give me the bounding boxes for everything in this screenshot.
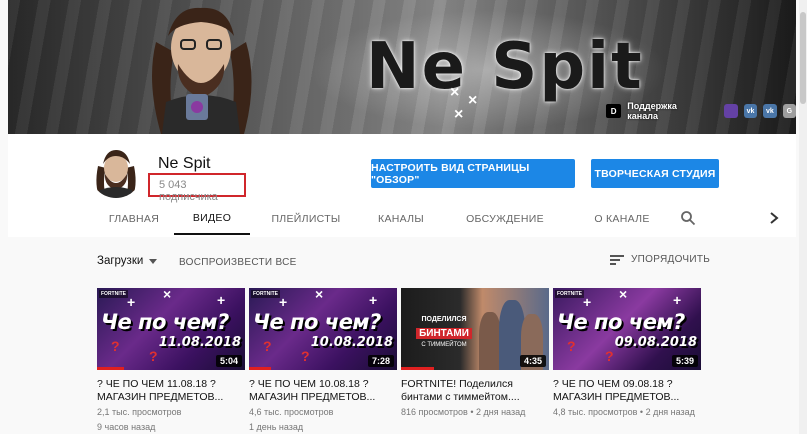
banner-links: D Поддержка канала vk vk G	[606, 101, 796, 121]
page-scrollbar[interactable]	[799, 0, 807, 434]
video-duration: 7:28	[367, 355, 394, 367]
cross-decoration: ×	[619, 288, 628, 302]
banner-character-art	[152, 7, 252, 134]
video-views: 4,8 тыс. просмотров	[553, 407, 638, 417]
tab-channels[interactable]: КАНАЛЫ	[370, 203, 432, 235]
watch-progress-bar	[97, 367, 124, 370]
video-views: 2,1 тыс. просмотров	[97, 407, 182, 417]
tab-discussion[interactable]: ОБСУЖДЕНИЕ	[463, 203, 547, 235]
vk-icon[interactable]: vk	[743, 104, 758, 118]
sort-by-button[interactable]: УПОРЯДОЧИТЬ	[610, 254, 710, 265]
channel-avatar[interactable]	[90, 146, 142, 198]
video-title[interactable]: ? ЧЕ ПО ЧЕМ 10.08.18 ? МАГАЗИН ПРЕДМЕТОВ…	[249, 378, 397, 404]
play-all-button[interactable]: ВОСПРОИЗВЕСТИ ВСЕ	[179, 257, 297, 268]
video-thumbnail[interactable]: FORTNITE + × + ? ? Че по чем? 11.08.2018…	[97, 288, 245, 370]
tab-videos[interactable]: ВИДЕО	[174, 203, 250, 235]
creator-studio-button[interactable]: ТВОРЧЕСКАЯ СТУДИЯ	[591, 159, 719, 188]
question-mark-decoration: ?	[567, 338, 576, 354]
cross-decoration: ×	[315, 288, 324, 302]
cross-decoration: +	[583, 294, 592, 310]
thumbnail-tag: FORTNITE	[251, 290, 280, 298]
tab-home[interactable]: ГЛАВНАЯ	[98, 203, 170, 235]
channel-banner: Ne Spit × × × D Поддержка канала vk vk G	[8, 0, 796, 134]
thumbnail-date: 11.08.2018	[158, 335, 241, 350]
thumbnail-caption: ПОДЕЛИЛСЯ БИНТАМИ С ТИММЕЙТОМ	[411, 316, 477, 348]
uploads-label: Загрузки	[97, 255, 144, 267]
video-duration: 5:39	[671, 355, 698, 367]
thumbnail-caption-line: С ТИММЕЙТОМ	[421, 342, 467, 348]
character-figure	[479, 312, 501, 370]
channel-tabs: ГЛАВНАЯ ВИДЕО ПЛЕЙЛИСТЫ КАНАЛЫ ОБСУЖДЕНИ…	[8, 203, 796, 237]
video-card[interactable]: FORTNITE + × + ? ? Че по чем? 10.08.2018…	[249, 288, 397, 434]
customize-overview-button[interactable]: НАСТРОИТЬ ВИД СТРАНИЦЫ "ОБЗОР"	[371, 159, 575, 188]
chevron-right-icon[interactable]	[768, 211, 780, 225]
watch-progress-bar	[401, 367, 434, 370]
video-thumbnail[interactable]: FORTNITE + × + ? ? Че по чем? 10.08.2018…	[249, 288, 397, 370]
thumbnail-tag: FORTNITE	[99, 290, 128, 298]
uploads-dropdown[interactable]: Загрузки	[97, 255, 158, 267]
video-title[interactable]: FORTNITE! Поделился бинтами с тиммейтом.…	[401, 378, 549, 404]
banner-link-support[interactable]: Поддержка канала	[627, 101, 706, 121]
thumbnail-tag: FORTNITE	[555, 290, 584, 298]
search-icon[interactable]	[680, 210, 696, 226]
thumbnail-caption-line: ПОДЕЛИЛСЯ	[421, 316, 467, 323]
thumbnail-caption-highlight: БИНТАМИ	[416, 328, 472, 339]
sort-icon	[610, 254, 624, 265]
google-icon[interactable]: G	[782, 104, 796, 118]
subscriber-count: 5 043 подписчика	[148, 173, 246, 203]
tab-about[interactable]: О КАНАЛЕ	[578, 203, 666, 235]
question-mark-decoration: ?	[111, 338, 120, 354]
video-views: 4,6 тыс. просмотров	[249, 407, 334, 417]
watch-progress-bar	[249, 367, 272, 370]
video-age: 2 дня назад	[475, 407, 526, 417]
channel-name[interactable]: Ne Spit	[158, 155, 210, 173]
cross-decoration: +	[673, 292, 682, 308]
video-card[interactable]: FORTNITE + × + ? ? Че по чем? 09.08.2018…	[553, 288, 701, 419]
video-age: 9 часов назад	[97, 422, 156, 432]
banner-title: Ne Spit	[366, 30, 644, 104]
video-title[interactable]: ? ЧЕ ПО ЧЕМ 11.08.18 ? МАГАЗИН ПРЕДМЕТОВ…	[97, 378, 245, 404]
video-card[interactable]: ПОДЕЛИЛСЯ БИНТАМИ С ТИММЕЙТОМ 4:35 FORTN…	[401, 288, 549, 419]
banner-crosses-decoration: × × ×	[450, 84, 478, 123]
cross-decoration: +	[369, 292, 378, 308]
cross-decoration: +	[217, 292, 226, 308]
video-age: 2 дня назад	[645, 407, 695, 417]
sort-label: УПОРЯДОЧИТЬ	[631, 254, 711, 265]
video-thumbnail[interactable]: ПОДЕЛИЛСЯ БИНТАМИ С ТИММЕЙТОМ 4:35	[401, 288, 549, 370]
video-views-age: 816 просмотров • 2 дня назад	[401, 407, 526, 417]
thumbnail-title: Че по чем?	[557, 310, 685, 334]
video-views-age: 4,8 тыс. просмотров • 2 дня назад	[553, 407, 695, 417]
question-mark-decoration: ?	[263, 338, 272, 354]
donation-logo-icon[interactable]: D	[606, 104, 622, 118]
cross-decoration: +	[279, 294, 288, 310]
channel-header: Ne Spit 5 043 подписчика НАСТРОИТЬ ВИД С…	[8, 134, 796, 237]
video-duration: 4:35	[519, 355, 546, 367]
tab-playlists[interactable]: ПЛЕЙЛИСТЫ	[270, 203, 342, 235]
question-mark-decoration: ?	[301, 348, 310, 364]
video-thumbnail[interactable]: FORTNITE + × + ? ? Че по чем? 09.08.2018…	[553, 288, 701, 370]
twitch-icon[interactable]	[724, 104, 738, 118]
video-age: 1 день назад	[249, 422, 304, 432]
question-mark-decoration: ?	[605, 348, 614, 364]
thumbnail-date: 09.08.2018	[614, 335, 697, 350]
vk-icon[interactable]: vk	[763, 104, 777, 118]
cross-decoration: ×	[163, 288, 172, 302]
cross-decoration: +	[127, 294, 136, 310]
video-duration: 5:04	[215, 355, 242, 367]
thumbnail-title: Че по чем?	[253, 310, 381, 334]
question-mark-decoration: ?	[149, 348, 158, 364]
video-card[interactable]: FORTNITE + × + ? ? Че по чем? 11.08.2018…	[97, 288, 245, 434]
thumbnail-title: Че по чем?	[101, 310, 229, 334]
video-views: 816 просмотров	[401, 407, 468, 417]
caret-down-icon	[149, 258, 158, 264]
thumbnail-date: 10.08.2018	[310, 335, 393, 350]
video-title[interactable]: ? ЧЕ ПО ЧЕМ 09.08.18 ? МАГАЗИН ПРЕДМЕТОВ…	[553, 378, 701, 404]
scrollbar-thumb[interactable]	[800, 12, 806, 104]
